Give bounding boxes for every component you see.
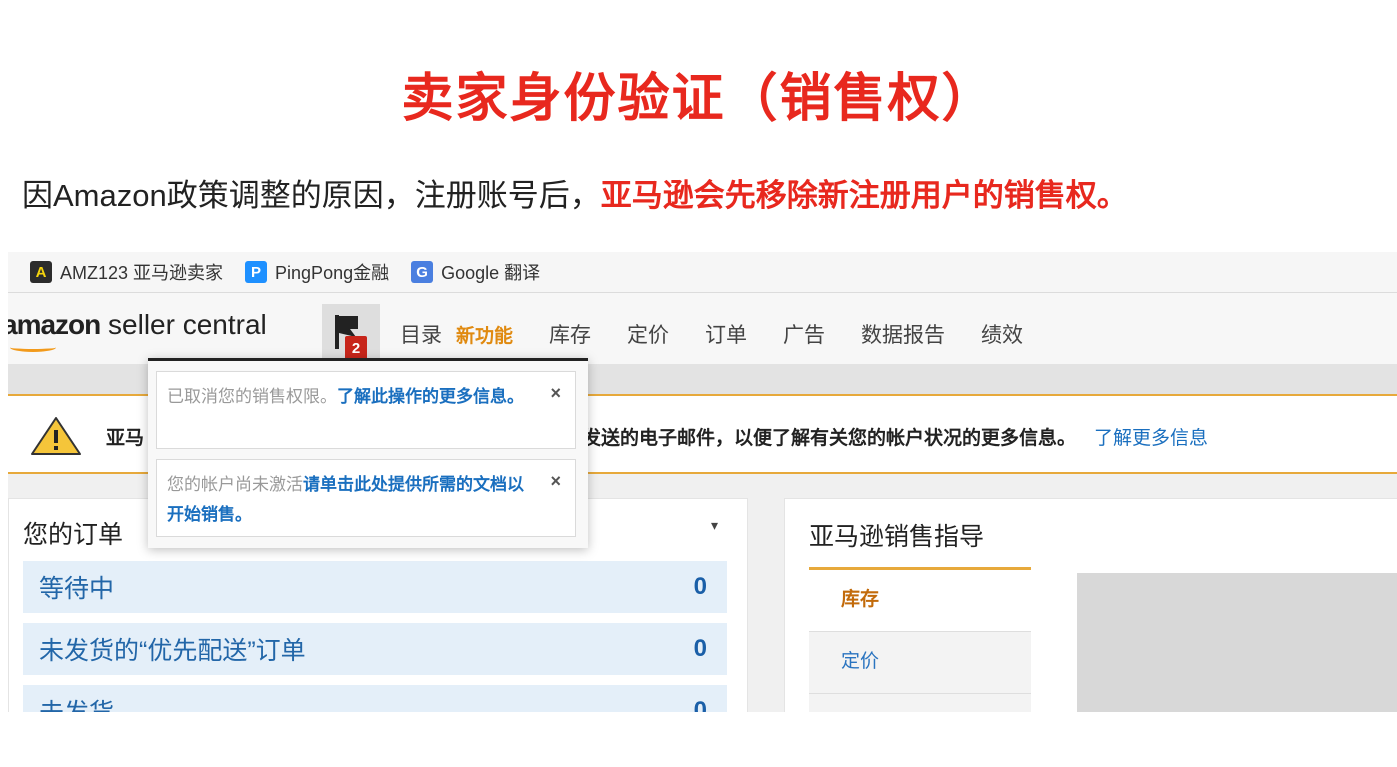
order-count: 0 — [693, 573, 707, 600]
nav-inventory[interactable]: 库存 — [549, 319, 591, 349]
tab-inventory[interactable]: 库存 — [809, 570, 1031, 632]
order-row-prime-unshipped[interactable]: 未发货的“优先配送”订单 0 — [23, 623, 727, 675]
slide-title: 卖家身份验证（销售权） — [401, 70, 996, 128]
alert-text: 发送的电子邮件，以便了解有关您的帐户状况的更多信息。 了解更多信息 — [582, 423, 1208, 450]
bookmark-label: PingPong金融 — [275, 263, 390, 283]
notification-link[interactable]: 了解此操作的更多信息。 — [337, 387, 524, 406]
notification-item: 您的帐户尚未激活请单击此处提供所需的文档以开始销售。 × — [156, 459, 576, 537]
order-row-unshipped[interactable]: 未发货 0 — [23, 685, 727, 712]
seller-central-navbar: amazon seller central 2 目录 新功能 库存 定价 订单 … — [8, 292, 1397, 364]
guide-video-placeholder[interactable] — [1077, 573, 1397, 712]
notification-muted: 您的帐户尚未激活 — [167, 475, 303, 494]
new-feature-tag: 新功能 — [456, 325, 514, 347]
selling-guide-tabs: 库存 定价 — [809, 567, 1031, 712]
order-label: 未发货 — [39, 693, 114, 712]
alert-message: 发送的电子邮件，以便了解有关您的帐户状况的更多信息。 — [582, 428, 1077, 449]
order-count: 0 — [693, 635, 707, 662]
amazon-smile-icon — [10, 343, 56, 352]
nav-catalog[interactable]: 目录 新功能 — [400, 319, 513, 349]
tab-pricing[interactable]: 定价 — [809, 632, 1031, 694]
bookmark-label: Google 翻译 — [441, 263, 541, 283]
alert-lead-text: 亚马 — [106, 428, 145, 449]
order-row-pending[interactable]: 等待中 0 — [23, 561, 727, 613]
warning-icon — [31, 417, 81, 455]
bookmarks-bar: A AMZ123 亚马逊卖家 P PingPong金融 G Google 翻译 — [8, 252, 1397, 292]
chevron-down-icon[interactable]: ▾ — [711, 517, 718, 534]
bookmark-google-translate[interactable]: G Google 翻译 — [411, 259, 540, 285]
nav-pricing[interactable]: 定价 — [627, 319, 669, 349]
tab-next[interactable] — [809, 694, 1031, 712]
nav-orders[interactable]: 订单 — [705, 319, 747, 349]
orders-title: 您的订单 — [23, 521, 124, 549]
selling-guide-panel: 亚马逊销售指导 库存 定价 — [784, 498, 1397, 712]
main-nav: 目录 新功能 库存 定价 订单 广告 数据报告 绩效 — [400, 319, 1023, 349]
close-icon[interactable]: × — [550, 378, 561, 408]
notification-muted: 已取消您的销售权限。 — [167, 387, 337, 406]
selling-guide-title: 亚马逊销售指导 — [809, 523, 985, 551]
order-label: 未发货的“优先配送”订单 — [39, 637, 306, 665]
intro-highlight: 亚马逊会先移除新注册用户的销售权。 — [600, 178, 1128, 213]
nav-reports[interactable]: 数据报告 — [861, 319, 945, 349]
notifications-popover: 已取消您的销售权限。了解此操作的更多信息。 × 您的帐户尚未激活请单击此处提供所… — [148, 358, 588, 548]
pingpong-icon: P — [245, 261, 268, 283]
order-count: 0 — [693, 697, 707, 712]
logo-rest: seller central — [100, 309, 267, 340]
nav-label: 目录 — [400, 324, 442, 347]
logo-bold: amazon — [8, 309, 101, 340]
close-icon[interactable]: × — [550, 466, 561, 496]
nav-performance[interactable]: 绩效 — [981, 319, 1023, 349]
bookmark-pingpong[interactable]: P PingPong金融 — [245, 259, 389, 285]
intro-text: 因Amazon政策调整的原因，注册账号后，亚马逊会先移除新注册用户的销售权。 — [22, 170, 1128, 215]
nav-advertising[interactable]: 广告 — [783, 319, 825, 349]
order-label: 等待中 — [39, 575, 115, 603]
intro-plain: 因Amazon政策调整的原因，注册账号后， — [22, 178, 601, 213]
notification-item: 已取消您的销售权限。了解此操作的更多信息。 × — [156, 371, 576, 449]
google-translate-icon: G — [411, 261, 434, 283]
learn-more-link[interactable]: 了解更多信息 — [1094, 428, 1208, 449]
seller-central-screenshot: A AMZ123 亚马逊卖家 P PingPong金融 G Google 翻译 … — [8, 252, 1397, 712]
bookmark-amz123[interactable]: A AMZ123 亚马逊卖家 — [30, 259, 223, 285]
amz123-icon: A — [30, 261, 52, 283]
bookmark-label: AMZ123 亚马逊卖家 — [60, 263, 224, 283]
amazon-seller-central-logo[interactable]: amazon seller central — [8, 309, 267, 352]
